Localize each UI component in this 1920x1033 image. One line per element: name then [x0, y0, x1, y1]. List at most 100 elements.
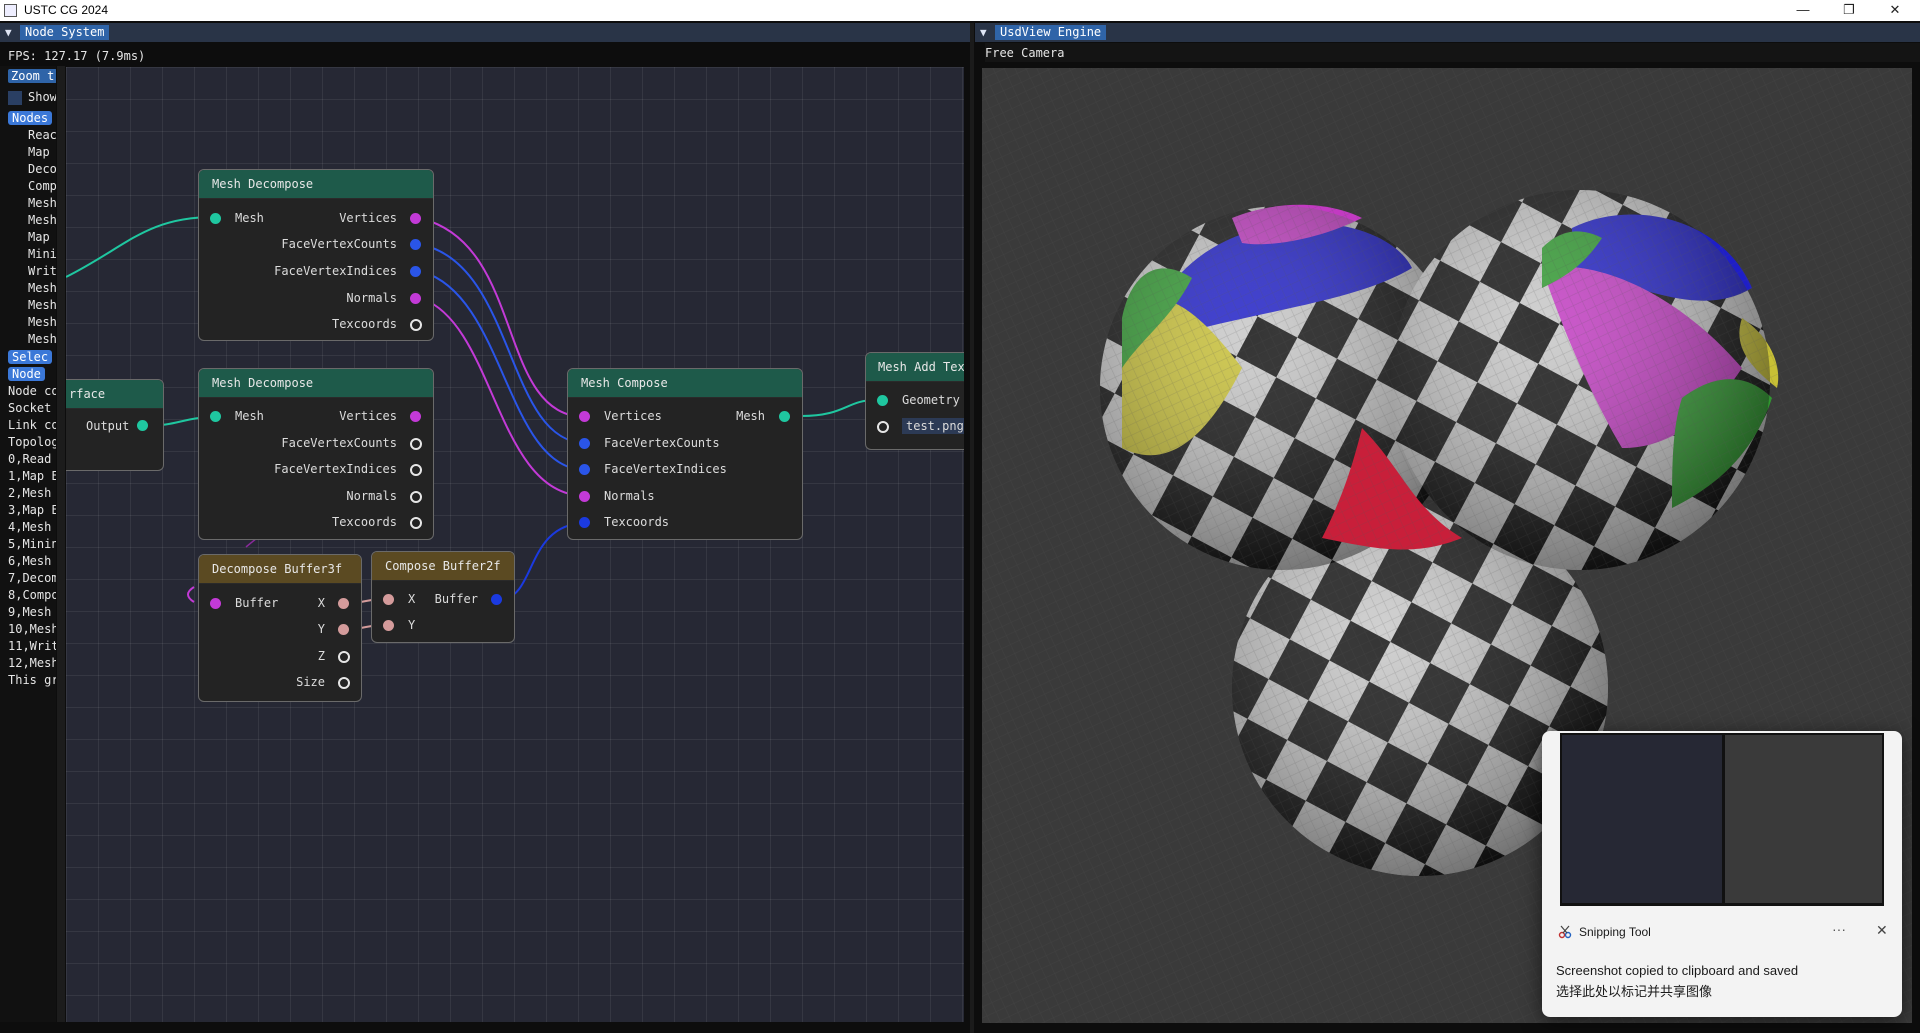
- node-list-item[interactable]: Reac: [28, 127, 56, 143]
- input-pin-icon[interactable]: [579, 464, 590, 475]
- info-line: 4,Mesh: [8, 520, 52, 534]
- sidebar-scrollbar[interactable]: [57, 66, 65, 1022]
- input-pin-icon[interactable]: [579, 517, 590, 528]
- output-pin-icon[interactable]: [410, 517, 422, 529]
- restore-button[interactable]: ❐: [1826, 0, 1872, 21]
- input-pin-icon[interactable]: [579, 411, 590, 422]
- camera-mode-label[interactable]: Free Camera: [985, 46, 1064, 60]
- node-list-item[interactable]: Mesh: [28, 280, 56, 296]
- output-pin-icon[interactable]: [137, 420, 148, 431]
- viewport-toolbar: Free Camera: [985, 43, 1920, 62]
- pin-label: Mesh: [736, 409, 765, 423]
- output-pin-icon[interactable]: [338, 624, 349, 635]
- node-header[interactable]: Node: [8, 367, 45, 381]
- node-surface[interactable]: rface Output: [66, 379, 164, 471]
- node-list-item[interactable]: Map: [28, 144, 50, 160]
- link-facevertexcounts: [422, 244, 587, 444]
- screenshot-thumbnail[interactable]: [1560, 733, 1884, 906]
- node-mesh-decompose-1[interactable]: Mesh Decompose Mesh Vertices FaceVertexC…: [198, 169, 434, 341]
- pin-label: Mesh: [235, 211, 264, 225]
- output-pin-icon[interactable]: [779, 411, 790, 422]
- show-checkbox[interactable]: [8, 90, 22, 105]
- input-pin-icon[interactable]: [579, 438, 590, 449]
- node-list-item[interactable]: Mesh: [28, 212, 56, 228]
- info-line: 1,Map E: [8, 469, 56, 483]
- node-list-item[interactable]: Comp: [28, 178, 56, 194]
- close-notification-icon[interactable]: ✕: [1876, 922, 1888, 939]
- texture-file-field[interactable]: test.png: [902, 418, 964, 434]
- info-line: Link co: [8, 418, 56, 432]
- output-pin-icon[interactable]: [410, 438, 422, 450]
- node-list-item[interactable]: Mesh: [28, 331, 56, 347]
- input-pin-icon[interactable]: [383, 620, 394, 631]
- input-pin-icon[interactable]: [210, 598, 221, 609]
- node-list-item[interactable]: Deco: [28, 161, 56, 177]
- output-pin-icon[interactable]: [491, 594, 502, 605]
- close-window-button[interactable]: ✕: [1872, 0, 1918, 21]
- input-pin-icon[interactable]: [383, 594, 394, 605]
- fps-readout: FPS: 127.17 (7.9ms): [8, 49, 146, 63]
- input-pin-icon[interactable]: [877, 421, 889, 433]
- pin-label: Mesh: [235, 409, 264, 423]
- pin-label: Normals: [346, 489, 397, 503]
- info-line: 2,Mesh: [8, 486, 52, 500]
- node-title: rface: [66, 380, 163, 409]
- output-pin-icon[interactable]: [410, 213, 421, 224]
- node-mesh-compose[interactable]: Mesh Compose Vertices Mesh FaceVertexCou…: [567, 368, 803, 540]
- info-line: 5,Minin: [8, 537, 56, 551]
- input-pin-icon[interactable]: [210, 411, 221, 422]
- node-list-item[interactable]: Mini: [28, 246, 56, 262]
- node-editor-canvas[interactable]: rface Output Mesh Decompose Mesh Vertice…: [66, 67, 964, 1022]
- input-pin-icon[interactable]: [210, 213, 221, 224]
- info-line: 10,Mesh: [8, 622, 56, 636]
- window-title: USTC CG 2024: [24, 3, 109, 17]
- node-list-item[interactable]: Writ: [28, 263, 56, 279]
- pin-label: Texcoords: [331, 317, 397, 331]
- pin-label: Vertices: [339, 409, 397, 423]
- output-pin-icon[interactable]: [338, 598, 349, 609]
- thumbnail-node-pane: [1562, 735, 1722, 903]
- collapse-triangle-icon[interactable]: ▼: [5, 26, 12, 39]
- tab-node-system[interactable]: Node System: [20, 25, 110, 40]
- collapse-triangle-icon[interactable]: ▼: [980, 26, 987, 39]
- output-pin-icon[interactable]: [410, 491, 422, 503]
- output-pin-icon[interactable]: [410, 411, 421, 422]
- more-options-icon[interactable]: ···: [1832, 921, 1846, 937]
- notification-subtext[interactable]: 选择此处以标记并共享图像: [1556, 981, 1712, 1000]
- pin-label: Output: [86, 419, 130, 433]
- snipping-tool-notification[interactable]: Snipping Tool ··· ✕ Screenshot copied to…: [1542, 731, 1902, 1017]
- output-pin-icon[interactable]: [410, 266, 421, 277]
- info-line: 9,Mesh: [8, 605, 52, 619]
- show-label: Show: [28, 90, 56, 104]
- output-pin-icon[interactable]: [410, 464, 422, 476]
- node-compose-buffer2f[interactable]: Compose Buffer2f X Buffer Y: [371, 551, 515, 643]
- node-decompose-buffer3f[interactable]: Decompose Buffer3f Buffer X Y Z Size: [198, 554, 362, 702]
- output-pin-icon[interactable]: [410, 293, 421, 304]
- pin-label: Size: [296, 675, 325, 689]
- panel-divider[interactable]: [970, 23, 974, 1033]
- node-list-item[interactable]: Mesh: [28, 195, 56, 211]
- output-pin-icon[interactable]: [410, 239, 421, 250]
- info-line: 0,Read: [8, 452, 52, 466]
- input-pin-icon[interactable]: [579, 491, 590, 502]
- node-list-item[interactable]: Mesh: [28, 314, 56, 330]
- link-facevertexindices: [422, 271, 587, 471]
- output-pin-icon[interactable]: [338, 651, 350, 663]
- pin-label: Normals: [346, 291, 397, 305]
- nodes-header[interactable]: Nodes: [8, 111, 53, 125]
- snipping-tool-icon: [1558, 925, 1572, 939]
- node-list-item[interactable]: Map: [28, 229, 50, 245]
- input-pin-icon[interactable]: [877, 395, 888, 406]
- node-list-item[interactable]: Mesh: [28, 297, 56, 313]
- tab-usdview-engine[interactable]: UsdView Engine: [995, 25, 1107, 40]
- output-pin-icon[interactable]: [410, 319, 422, 331]
- info-line: Socket: [8, 401, 52, 415]
- output-pin-icon[interactable]: [338, 677, 350, 689]
- selected-header[interactable]: Selec: [8, 350, 53, 364]
- node-system-panel-header: ▼ Node System: [0, 23, 970, 42]
- minimize-button[interactable]: —: [1780, 0, 1826, 21]
- app-icon: [4, 4, 17, 17]
- zoom-button[interactable]: Zoom t: [8, 69, 56, 83]
- node-mesh-add-texture[interactable]: Mesh Add Tex Geometry test.png: [865, 352, 964, 450]
- node-mesh-decompose-2[interactable]: Mesh Decompose Mesh Vertices FaceVertexC…: [198, 368, 434, 540]
